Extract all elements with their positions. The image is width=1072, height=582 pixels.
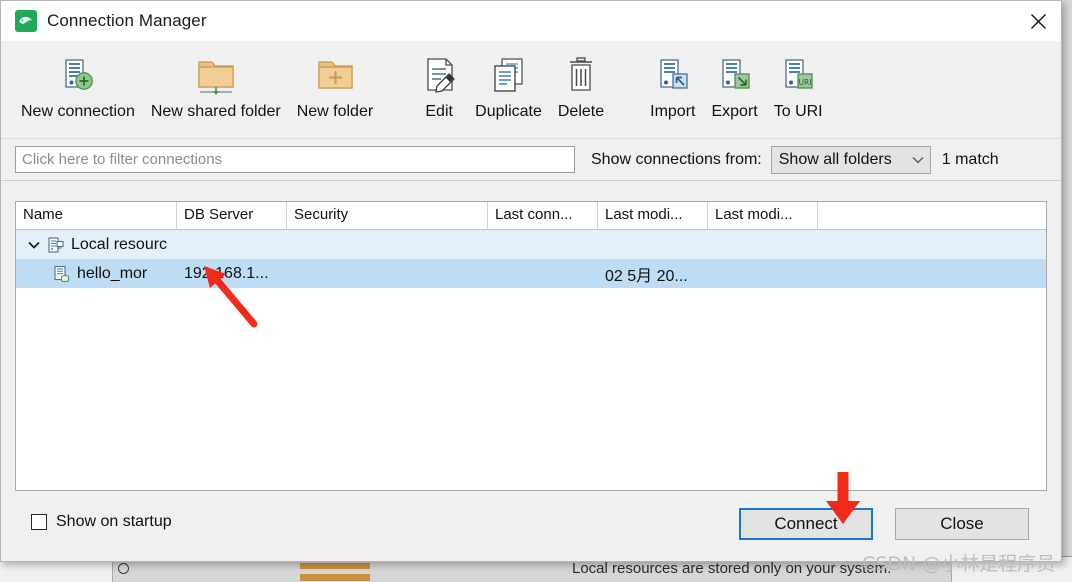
show-on-startup-label: Show on startup [56, 513, 172, 530]
toolbar-label-export: Export [711, 103, 758, 120]
toolbar-button-duplicate[interactable]: Duplicate [467, 41, 550, 121]
new-folder-icon [313, 49, 357, 101]
toolbar-button-export[interactable]: Export [703, 41, 765, 121]
new-connection-icon [57, 49, 99, 101]
chevron-down-icon[interactable] [23, 241, 45, 249]
toolbar-label-new-shared-folder: New shared folder [150, 103, 281, 120]
toolbar-label-import: Import [650, 103, 696, 120]
toolbar-button-import[interactable]: Import [642, 41, 703, 121]
search-input[interactable] [15, 146, 575, 173]
column-header-last-modified-1[interactable]: Last modi... [598, 202, 708, 229]
table-row[interactable]: Local resourc [16, 230, 1046, 259]
close-button[interactable]: Close [895, 508, 1029, 540]
delete-icon [562, 49, 600, 101]
to-uri-icon: URI [777, 49, 819, 101]
connection-manager-dialog: Connection Manager New connection New sh… [0, 0, 1062, 562]
toolbar-button-edit[interactable]: Edit [411, 41, 467, 121]
dbeaver-logo-icon [15, 10, 37, 32]
toolbar-label-duplicate: Duplicate [475, 103, 542, 120]
svg-text:URI: URI [799, 78, 812, 87]
table-header-row: Name DB Server Security Last conn... Las… [16, 202, 1046, 230]
toolbar-button-new-shared-folder[interactable]: New shared folder [143, 41, 289, 121]
show-connections-from-label: Show connections from: [591, 150, 762, 168]
row-name-text: Local resourc [71, 235, 168, 253]
column-header-security[interactable]: Security [287, 202, 488, 229]
csdn-watermark: CSDN @小林是程序员 [862, 553, 1056, 575]
database-connection-icon [51, 265, 73, 283]
connections-table: Name DB Server Security Last conn... Las… [15, 201, 1047, 491]
background-folder-icon-top [300, 563, 370, 569]
export-icon [714, 49, 756, 101]
row-last-modified-1-cell: 02 5月 20... [605, 267, 688, 285]
column-header-db-server[interactable]: DB Server [177, 202, 287, 229]
row-db-server-cell: 192.168.1... [184, 264, 269, 282]
toolbar-label-edit: Edit [425, 103, 453, 120]
toolbar-label-to-uri: To URI [773, 103, 823, 120]
dialog-toolbar: New connection New shared folder New fol… [1, 41, 1061, 139]
background-folder-icon-bottom [300, 574, 370, 581]
row-name-cell[interactable]: Local resourc [16, 236, 177, 254]
chevron-down-icon [912, 151, 924, 169]
column-header-name[interactable]: Name [16, 202, 177, 229]
folder-filter-value: Show all folders [778, 150, 892, 168]
connect-button[interactable]: Connect [739, 508, 873, 540]
dialog-title: Connection Manager [47, 11, 207, 30]
close-icon[interactable] [1015, 1, 1061, 41]
toolbar-button-new-folder[interactable]: New folder [289, 41, 381, 121]
local-resources-icon [45, 236, 67, 254]
checkbox-box[interactable] [31, 514, 47, 530]
filter-bar: Show connections from: Show all folders … [1, 139, 1061, 181]
toolbar-button-delete[interactable]: Delete [550, 41, 612, 121]
match-count-label: 1 match [941, 150, 999, 168]
background-hint-text: Local resources are stored only on your … [572, 560, 892, 577]
screenshot-root: Local resources are stored only on your … [0, 0, 1072, 582]
column-header-last-modified-2[interactable]: Last modi... [708, 202, 818, 229]
toolbar-button-to-uri[interactable]: URI To URI [766, 41, 831, 121]
toolbar-label-new-connection: New connection [21, 103, 135, 120]
column-header-empty[interactable] [818, 202, 1046, 229]
row-name-cell[interactable]: hello_mor [16, 265, 177, 283]
new-shared-folder-icon [193, 49, 239, 101]
toolbar-button-new-connection[interactable]: New connection [13, 41, 143, 121]
dialog-titlebar: Connection Manager [1, 1, 1061, 41]
duplicate-icon [488, 49, 530, 101]
table-row[interactable]: hello_mor 192.168.1... 02 5月 20... [16, 259, 1046, 288]
import-icon [652, 49, 694, 101]
column-header-last-connected[interactable]: Last conn... [488, 202, 598, 229]
background-circle-icon [118, 563, 129, 574]
toolbar-label-new-folder: New folder [296, 103, 374, 120]
edit-icon [419, 49, 459, 101]
show-on-startup-checkbox[interactable]: Show on startup [31, 513, 172, 531]
row-name-text: hello_mor [77, 264, 148, 282]
folder-filter-select[interactable]: Show all folders [770, 145, 931, 174]
toolbar-label-delete: Delete [557, 103, 605, 120]
